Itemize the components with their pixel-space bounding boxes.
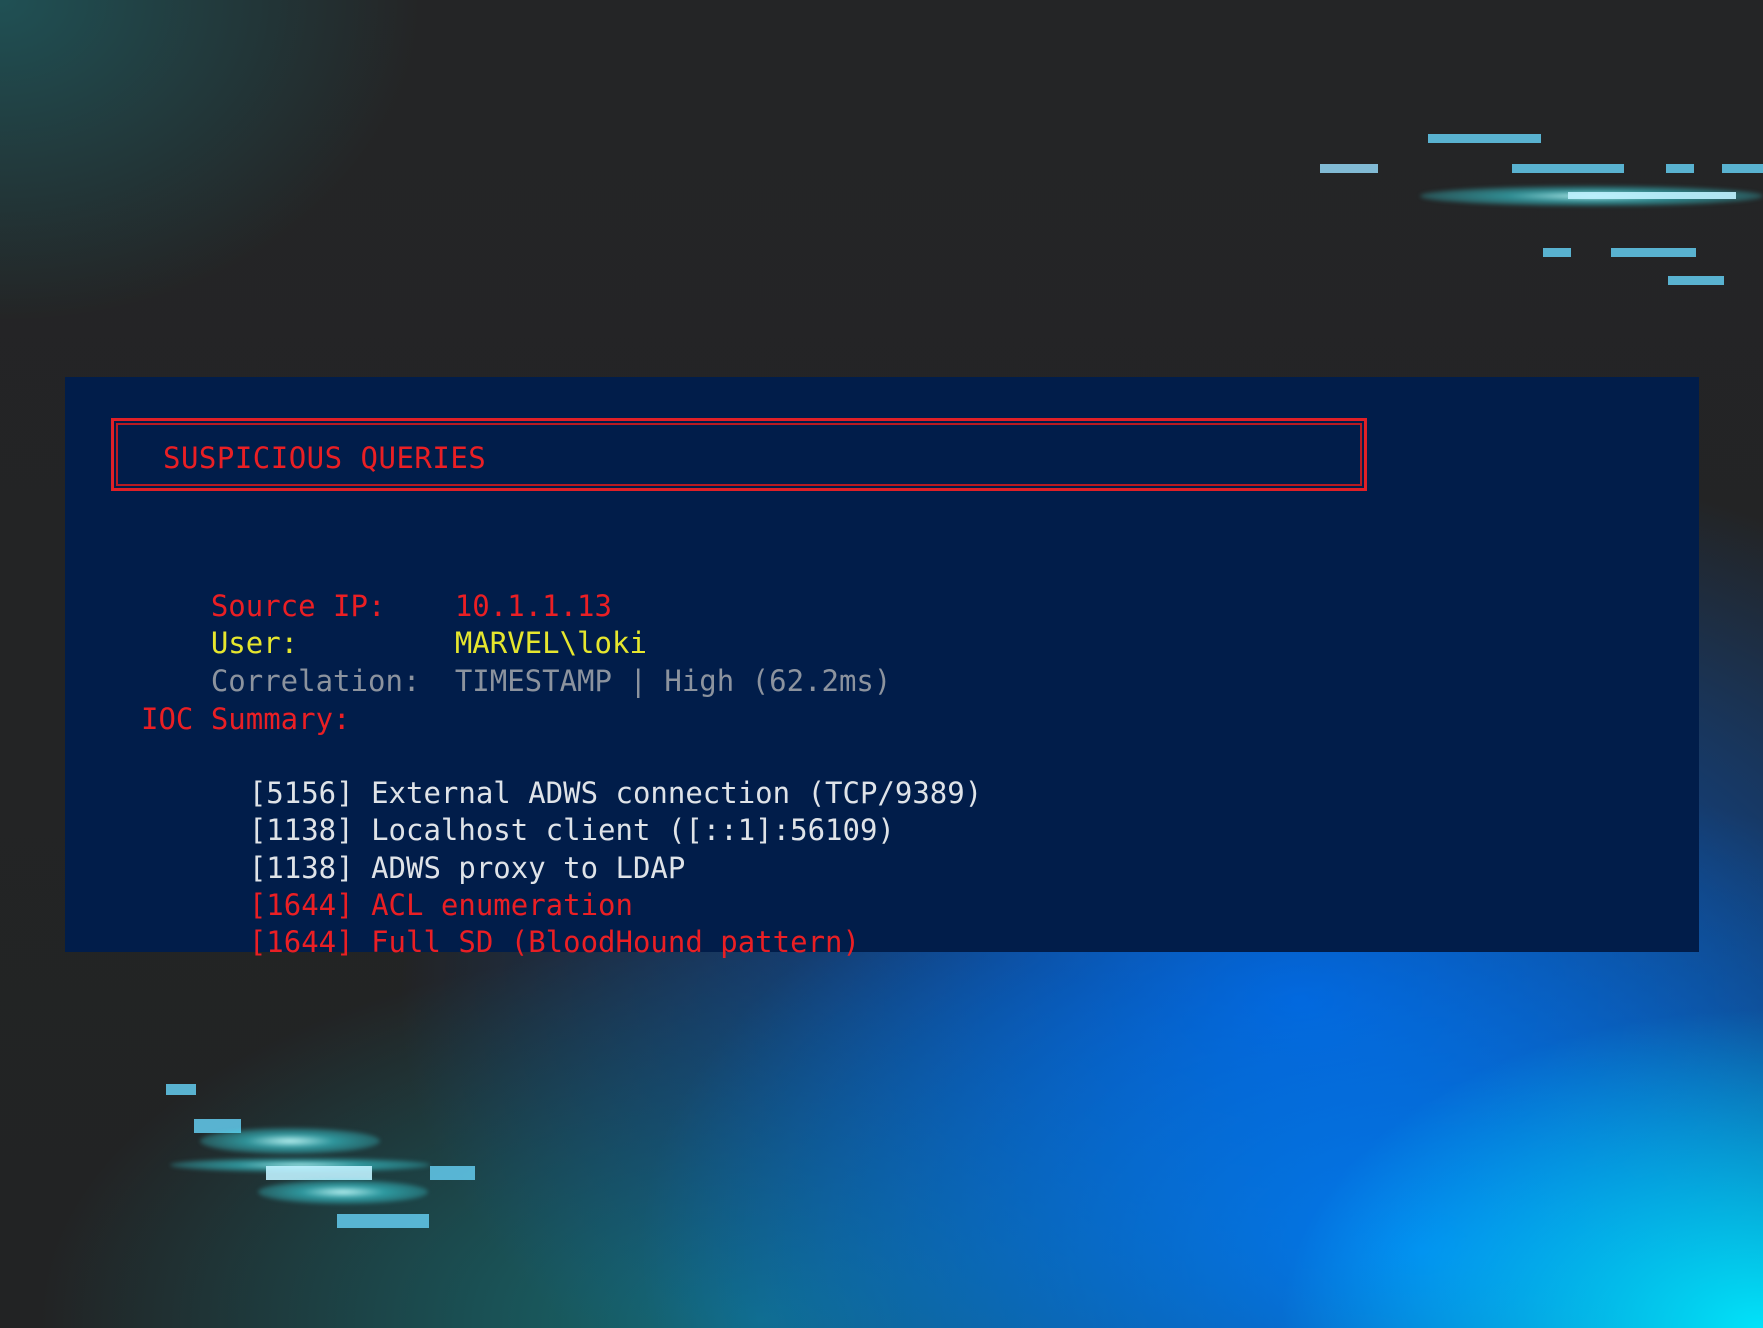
panel-title: SUSPICIOUS QUERIES	[163, 441, 487, 475]
decor-streak	[1722, 164, 1763, 173]
ioc-item-text: Full SD (BloodHound pattern)	[371, 925, 860, 959]
decor-streak	[1320, 164, 1378, 173]
decor-glow	[258, 1180, 428, 1204]
decor-streak	[1512, 164, 1624, 173]
decor-streak	[337, 1214, 429, 1228]
decor-streak	[1568, 192, 1736, 199]
ioc-item-id: [1644]	[248, 925, 354, 959]
ioc-item-alert: [1644] Full SD (BloodHound pattern)	[141, 887, 860, 998]
correlation-value: TIMESTAMP | High (62.2ms)	[454, 664, 892, 698]
decor-streak	[430, 1166, 475, 1180]
decor-streak	[1543, 248, 1571, 257]
terminal-panel: SUSPICIOUS QUERIES Source IP: 10.1.1.13 U…	[65, 377, 1699, 959]
ioc-heading: IOC Summary:	[141, 702, 351, 736]
title-box: SUSPICIOUS QUERIES	[111, 418, 1367, 491]
decor-streak	[1666, 164, 1694, 173]
decor-streak	[166, 1084, 196, 1095]
decor-streak	[1668, 276, 1724, 285]
decor-streak	[266, 1166, 372, 1180]
correlation-label: Correlation:	[210, 664, 421, 698]
decor-streak	[1428, 134, 1541, 143]
decor-glow	[200, 1128, 380, 1154]
decor-streak	[1611, 248, 1696, 257]
